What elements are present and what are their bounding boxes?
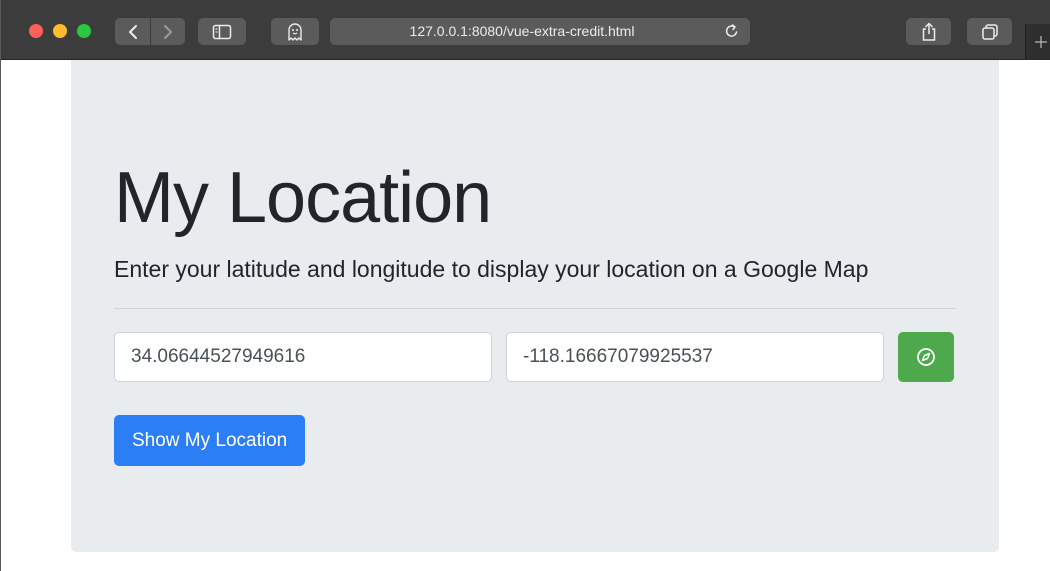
locate-me-button[interactable] (898, 332, 954, 382)
sidebar-icon (212, 24, 232, 39)
tab-overview-button[interactable] (967, 18, 1012, 45)
ghost-icon (288, 22, 302, 41)
page-content: My Location Enter your latitude and long… (1, 60, 1050, 571)
reload-icon[interactable] (723, 23, 740, 40)
longitude-input[interactable] (506, 332, 884, 382)
coordinates-form (114, 332, 956, 382)
extension-button[interactable] (271, 18, 319, 45)
share-button[interactable] (906, 18, 951, 45)
show-my-location-button[interactable]: Show My Location (114, 415, 306, 466)
plus-icon (1034, 36, 1047, 48)
chevron-left-icon (128, 24, 137, 39)
back-button[interactable] (115, 18, 150, 45)
new-tab-button[interactable] (1025, 24, 1050, 60)
page-lead: Enter your latitude and longitude to dis… (114, 256, 869, 282)
browser-toolbar: 127.0.0.1:8080/vue-extra-credit.html (1, 0, 1050, 60)
tab-overview-icon (981, 23, 998, 40)
share-icon (922, 22, 935, 41)
url-text: 127.0.0.1:8080/vue-extra-credit.html (409, 23, 635, 39)
browser-window: 127.0.0.1:8080/vue-extra-credit.html My … (0, 0, 1050, 571)
page-title: My Location (114, 158, 492, 238)
chevron-right-icon (164, 24, 172, 39)
address-bar[interactable]: 127.0.0.1:8080/vue-extra-credit.html (330, 18, 750, 45)
divider (114, 308, 956, 309)
minimize-window-button[interactable] (53, 24, 67, 38)
compass-icon (917, 348, 935, 366)
zoom-window-button[interactable] (77, 24, 91, 38)
jumbotron: My Location Enter your latitude and long… (71, 60, 999, 552)
close-window-button[interactable] (29, 24, 43, 38)
sidebar-button[interactable] (198, 18, 246, 45)
forward-button[interactable] (150, 18, 185, 45)
navigation-buttons (115, 18, 185, 45)
latitude-input[interactable] (114, 332, 492, 382)
